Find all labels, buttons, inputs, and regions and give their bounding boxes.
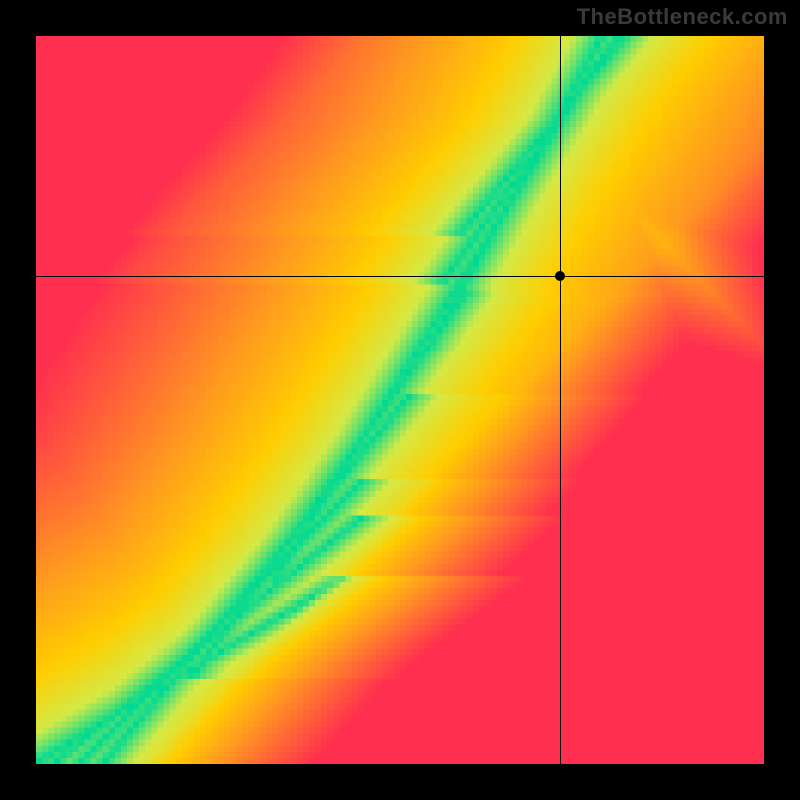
crosshair-horizontal (36, 276, 764, 277)
selection-marker (555, 271, 565, 281)
bottleneck-heatmap (36, 36, 764, 764)
chart-frame: TheBottleneck.com (0, 0, 800, 800)
crosshair-vertical (560, 36, 561, 764)
watermark-text: TheBottleneck.com (577, 4, 788, 30)
